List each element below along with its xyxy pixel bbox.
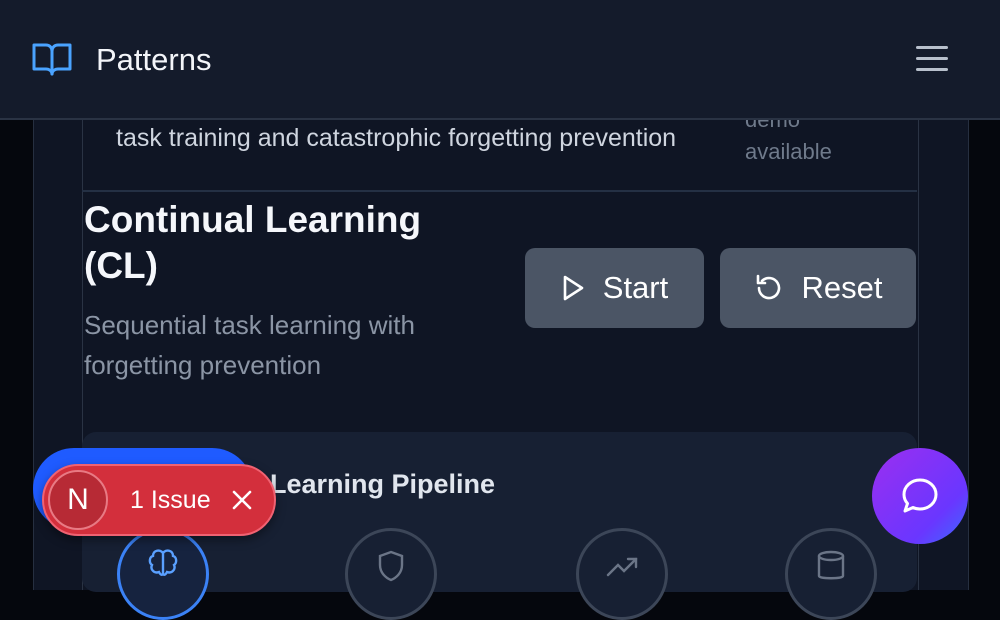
hamburger-menu-icon[interactable]	[916, 46, 948, 74]
pipeline-node-brain[interactable]	[117, 528, 209, 620]
pipeline-node-trending[interactable]	[576, 528, 668, 620]
close-icon[interactable]	[230, 488, 254, 512]
pipeline-title: al Learning Pipeline	[240, 469, 496, 499]
app-header: Patterns	[0, 0, 1000, 120]
pattern-title: Continual Learning (CL)	[84, 199, 422, 286]
database-icon	[817, 550, 845, 580]
book-open-icon	[32, 43, 72, 76]
start-button-label: Start	[602, 270, 669, 305]
rotate-ccw-icon	[756, 274, 780, 300]
divider	[82, 190, 917, 192]
brain-icon	[148, 549, 178, 576]
issue-avatar: N	[48, 470, 108, 530]
app-title: Patterns	[96, 42, 212, 77]
issues-badge[interactable]: N 1 Issue	[42, 464, 276, 536]
reset-button[interactable]: Reset	[720, 248, 916, 328]
chat-bubble-icon	[902, 478, 938, 513]
pipeline-node-database[interactable]	[785, 528, 877, 620]
start-button[interactable]: Start	[525, 248, 704, 328]
pipeline-node-shield[interactable]	[345, 528, 437, 620]
chat-button[interactable]	[872, 448, 968, 544]
trending-up-icon	[606, 557, 638, 577]
issue-count-label: 1 Issue	[130, 486, 211, 514]
shield-icon	[378, 550, 404, 582]
play-icon	[563, 275, 584, 301]
reset-button-label: Reset	[801, 270, 883, 305]
previous-card-description: task training and catastrophic forgettin…	[116, 124, 677, 152]
pattern-subtitle: Sequential task learning with forgetting…	[84, 310, 415, 380]
